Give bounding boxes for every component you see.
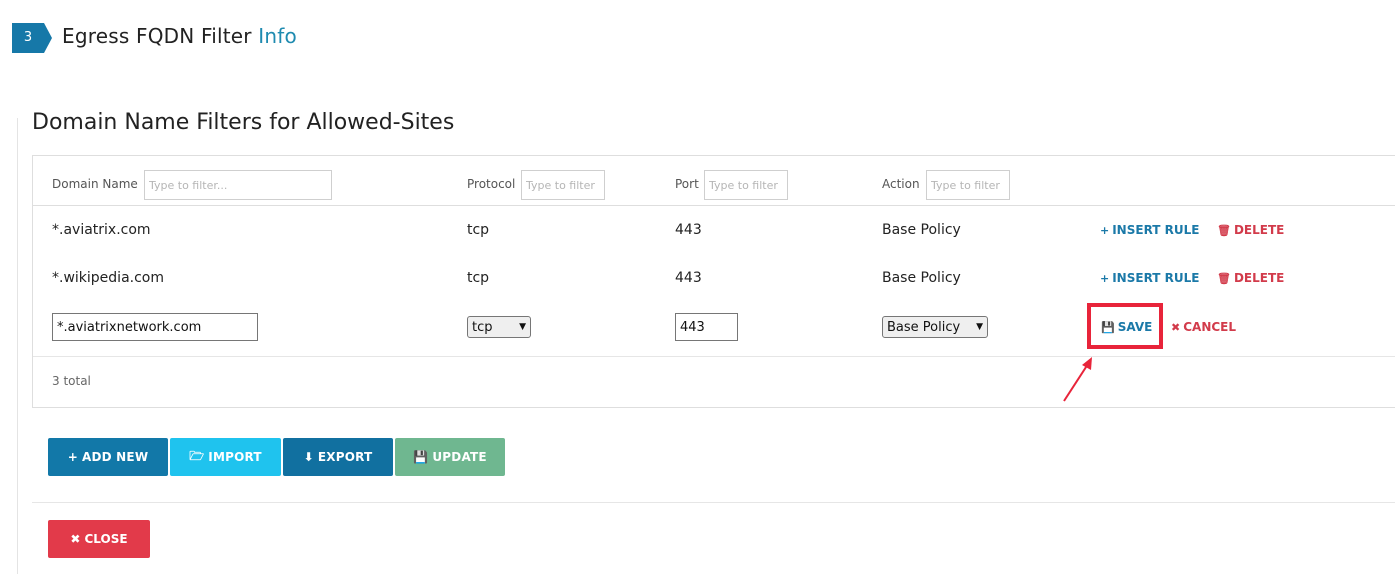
delete-button[interactable]: 🗑 DELETE xyxy=(1217,271,1284,285)
chevron-down-icon: ▼ xyxy=(976,322,983,332)
import-button[interactable]: 🗁 IMPORT xyxy=(170,438,281,476)
chevron-down-icon: ▼ xyxy=(519,322,526,332)
port-cell: 443 xyxy=(675,222,702,238)
column-header-action[interactable]: Action xyxy=(882,177,920,191)
domain-cell: *.aviatrix.com xyxy=(52,222,151,238)
column-header-port[interactable]: Port xyxy=(675,177,699,191)
folder-open-icon: 🗁 xyxy=(189,448,205,463)
import-label: IMPORT xyxy=(208,450,262,464)
protocol-cell: tcp xyxy=(467,270,490,286)
insert-rule-button[interactable]: + INSERT RULE xyxy=(1100,223,1199,237)
add-new-label: ADD NEW xyxy=(82,450,149,464)
download-icon: ⬇ xyxy=(303,450,314,464)
port-filter-input[interactable] xyxy=(704,170,788,200)
export-label: EXPORT xyxy=(317,450,373,464)
save-highlight-box xyxy=(1087,303,1163,349)
action-select[interactable]: Base Policy ▼ xyxy=(882,316,988,338)
step-number: 3 xyxy=(23,30,33,45)
insert-rule-label: INSERT RULE xyxy=(1112,271,1200,285)
action-cell: Base Policy xyxy=(882,270,961,286)
port-cell: 443 xyxy=(675,270,702,286)
action-select-value: Base Policy xyxy=(887,319,961,335)
plus-icon: + xyxy=(67,450,78,464)
port-edit-input[interactable] xyxy=(675,313,738,341)
cancel-button[interactable]: ✖ CANCEL xyxy=(1171,320,1236,334)
protocol-select[interactable]: tcp ▼ xyxy=(467,316,531,338)
delete-label: DELETE xyxy=(1233,223,1285,237)
section-title: Egress FQDN Filter Info xyxy=(62,24,297,48)
panel-title: Domain Name Filters for Allowed-Sites xyxy=(32,110,455,135)
info-link[interactable]: Info xyxy=(258,24,297,48)
annotation-arrow-icon xyxy=(1063,357,1092,402)
floppy-icon: 💾 xyxy=(413,450,429,464)
domain-cell: *.wikipedia.com xyxy=(52,270,164,286)
step-badge: 3 xyxy=(12,23,52,53)
close-button[interactable]: ✖ CLOSE xyxy=(48,520,150,558)
section-title-text: Egress FQDN Filter xyxy=(62,24,252,48)
x-icon: ✖ xyxy=(1171,321,1181,334)
action-filter-input[interactable] xyxy=(926,170,1010,200)
plus-icon: + xyxy=(1100,272,1110,285)
header-divider xyxy=(33,205,1395,206)
x-icon: ✖ xyxy=(70,532,81,546)
bottom-divider xyxy=(32,502,1395,503)
update-button[interactable]: 💾 UPDATE xyxy=(395,438,505,476)
update-label: UPDATE xyxy=(432,450,487,464)
close-label: CLOSE xyxy=(84,532,128,546)
plus-icon: + xyxy=(1100,224,1110,237)
add-new-button[interactable]: + ADD NEW xyxy=(48,438,168,476)
domain-name-edit-input[interactable] xyxy=(52,313,258,341)
protocol-filter-input[interactable] xyxy=(521,170,605,200)
delete-label: DELETE xyxy=(1233,271,1285,285)
total-count: 3 total xyxy=(52,374,91,388)
protocol-cell: tcp xyxy=(467,222,490,238)
export-button[interactable]: ⬇ EXPORT xyxy=(283,438,393,476)
footer-divider xyxy=(33,356,1395,357)
fqdn-filter-table: Domain Name Protocol Port Action *.aviat… xyxy=(32,155,1395,408)
protocol-select-value: tcp xyxy=(472,319,493,335)
left-rule xyxy=(17,118,18,574)
insert-rule-label: INSERT RULE xyxy=(1112,223,1200,237)
column-header-protocol[interactable]: Protocol xyxy=(467,177,515,191)
cancel-label: CANCEL xyxy=(1183,320,1237,334)
domain-name-filter-input[interactable] xyxy=(144,170,332,200)
trash-icon: 🗑 xyxy=(1217,272,1231,285)
action-cell: Base Policy xyxy=(882,222,961,238)
insert-rule-button[interactable]: + INSERT RULE xyxy=(1100,271,1199,285)
trash-icon: 🗑 xyxy=(1217,224,1231,237)
column-header-domain-name[interactable]: Domain Name xyxy=(52,177,138,191)
delete-button[interactable]: 🗑 DELETE xyxy=(1217,223,1284,237)
